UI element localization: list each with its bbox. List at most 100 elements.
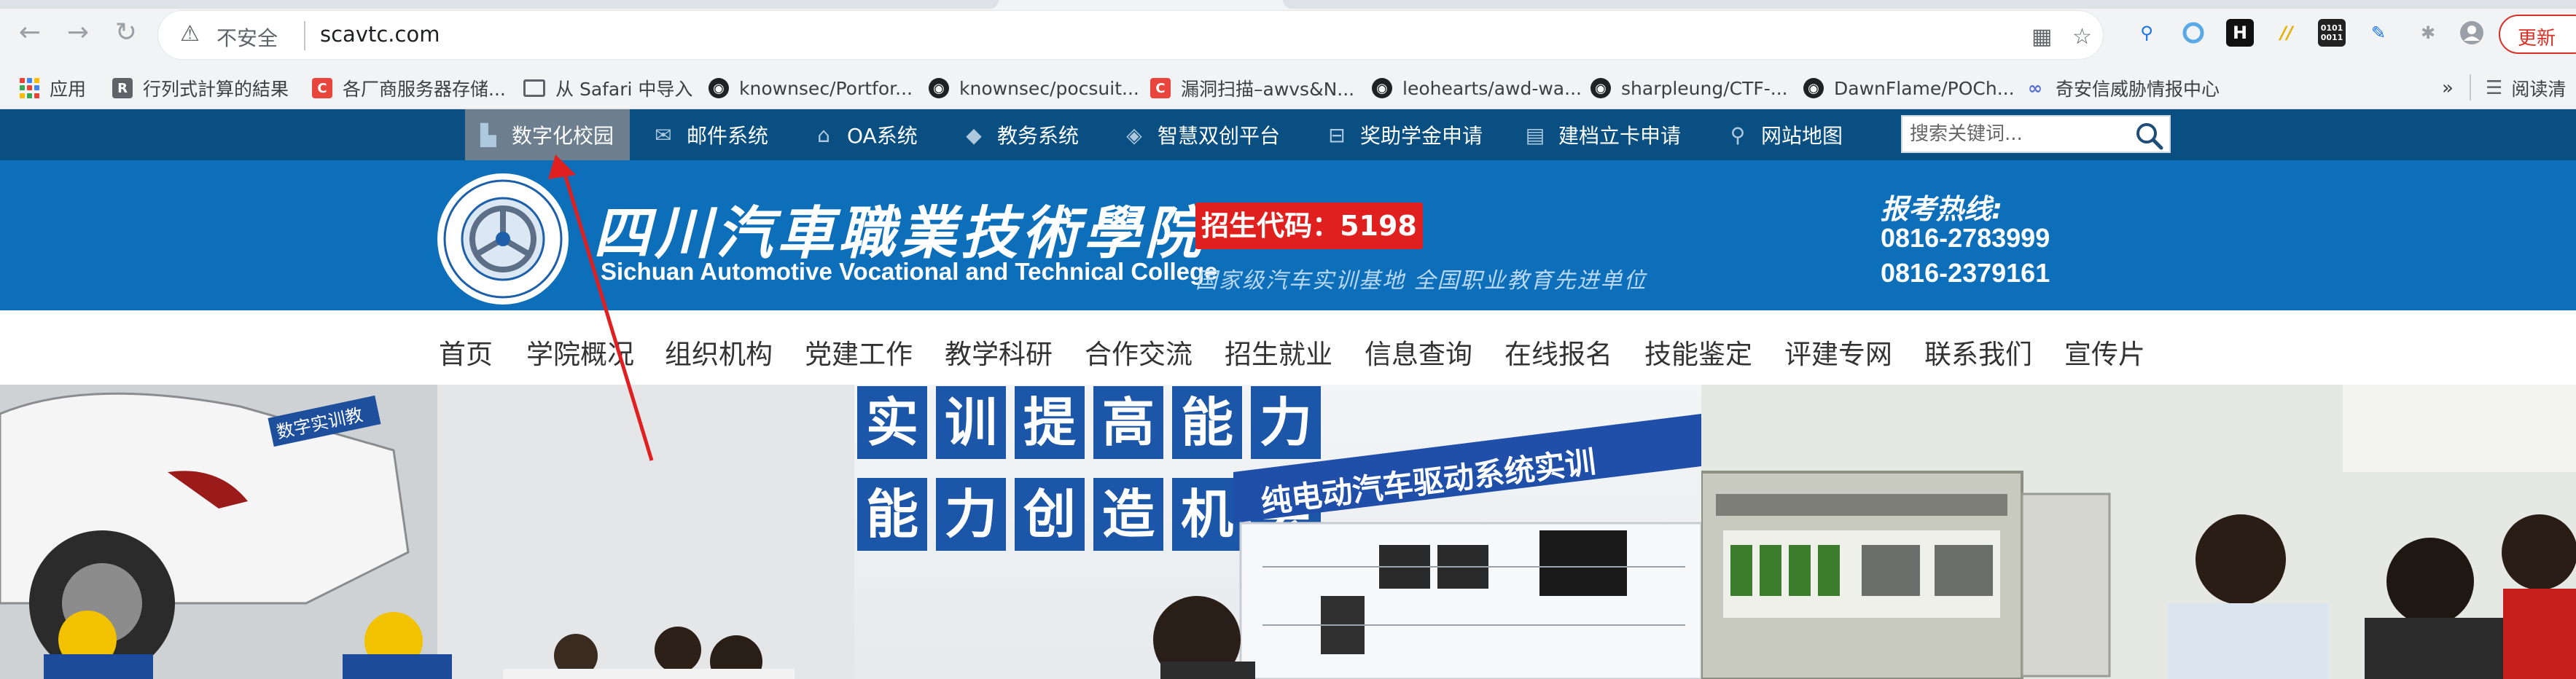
topbar-label: 奖助学金申请 (1360, 124, 1483, 148)
nav-item-promo-video[interactable]: 宣传片 (2064, 332, 2145, 372)
bookmark-label: 应用 (50, 79, 87, 100)
nav-item-home[interactable]: 首页 (439, 332, 493, 372)
bookmark-item[interactable]: ∞ 奇安信威胁情报中心 (2025, 74, 2220, 102)
binary-extension-icon[interactable]: 0101 0011 (2318, 19, 2346, 47)
reload-icon: ↻ (114, 17, 138, 47)
folder-icon (523, 79, 545, 97)
nav-item-research[interactable]: 教学科研 (945, 332, 1053, 372)
security-status[interactable]: 不安全 (216, 23, 278, 52)
topbar-item-digital-campus[interactable]: ▙ 数字化校园 (465, 109, 631, 160)
hero-banner[interactable]: 数字实训教 实 训 提 高 能 力 能 力 创 造 机 会 纯电动汽车驱动系统实… (0, 385, 2576, 679)
bookmarks-overflow-button[interactable]: » (2442, 74, 2454, 102)
college-logo[interactable] (436, 172, 570, 306)
electrical-lab-illustration (1701, 385, 2576, 679)
hotline-number: 0816-2783999 (1881, 223, 2050, 253)
github-icon: ◉ (709, 78, 729, 98)
nav-item-evaluation[interactable]: 评建专网 (1784, 332, 1892, 372)
qianxin-icon: ∞ (2028, 78, 2042, 98)
reading-list-icon: ☰ (2486, 77, 2503, 99)
bookmark-label: knownsec/Portfor... (739, 77, 913, 99)
profile-avatar-icon[interactable] (2458, 19, 2486, 47)
hero-photo-electrical-lab (1701, 385, 2576, 679)
bookmark-item[interactable]: ◉ leohearts/awd-wa... (1372, 74, 1582, 102)
bookmark-item[interactable]: ◉ sharpleung/CTF-... (1591, 74, 1788, 102)
qr-code-icon[interactable]: ▦ (2031, 24, 2052, 50)
topbar-item-record-card[interactable]: ▤ 建档立卡申请 (1522, 109, 1681, 160)
bookmark-item[interactable]: C 漏洞扫描–awvs&N... (1150, 74, 1354, 102)
github-icon: ◉ (1591, 78, 1611, 98)
nav-item-party[interactable]: 党建工作 (805, 332, 913, 372)
forward-button[interactable]: → (61, 16, 95, 50)
topbar-item-innovation[interactable]: ◈ 智慧双创平台 (1121, 109, 1280, 160)
location-extension-icon[interactable]: ⚲ (2133, 19, 2161, 47)
topbar-label: 邮件系统 (687, 124, 769, 148)
hero-photo-workshop: 数字实训教 (0, 385, 854, 679)
nav-item-contact[interactable]: 联系我们 (1924, 332, 2032, 372)
topbar-item-scholarship[interactable]: ⊟ 奖助学金申请 (1324, 109, 1483, 160)
nav-item-cooperation[interactable]: 合作交流 (1085, 332, 1193, 372)
reload-button[interactable]: ↻ (109, 16, 143, 50)
tab-strip-edge (0, 0, 999, 9)
bookmarks-divider (2470, 74, 2471, 101)
tab-strip-edge (1283, 0, 2576, 9)
topbar-item-mail[interactable]: ✉ 邮件系统 (650, 109, 768, 160)
back-button[interactable]: ← (13, 16, 47, 50)
h-extension-icon[interactable]: H (2226, 19, 2254, 47)
site-topbar: ▙ 数字化校园 ✉ 邮件系统 ⌂ OA系统 ◆ 教务系统 ◈ 智慧双创平台 ⊟ … (0, 109, 2576, 160)
url-text[interactable]: scavtc.com (320, 22, 440, 47)
bookmark-item[interactable]: C 各厂商服务器存储... (312, 74, 506, 102)
bookmark-item[interactable]: ◉ knownsec/pocsuit... (929, 74, 1139, 102)
bookmark-item[interactable]: ◉ knownsec/Portfor... (709, 74, 913, 102)
address-divider (304, 21, 305, 50)
nav-item-online-signup[interactable]: 在线报名 (1504, 332, 1612, 372)
warning-icon: ⚠ (180, 21, 200, 47)
topbar-item-sitemap[interactable]: ⚲ 网站地图 (1725, 109, 1843, 160)
browser-toolbar: ← → ↻ ⚠ 不安全 scavtc.com ▦ ☆ ⚲ H // 0101 0… (0, 0, 2576, 67)
update-button[interactable]: 更新 (2499, 15, 2576, 54)
bookmark-item[interactable]: ◉ DawnFlame/POCh... (1803, 74, 2015, 102)
slash-extension-icon[interactable]: // (2273, 19, 2300, 47)
search-button[interactable] (2133, 119, 2165, 152)
address-bar[interactable]: ⚠ 不安全 scavtc.com ▦ ☆ (157, 10, 2104, 60)
bookmark-star-icon[interactable]: ☆ (2072, 24, 2092, 50)
bookmark-label: 从 Safari 中导入 (555, 79, 693, 100)
red-c-icon: C (312, 78, 332, 98)
bookmark-label: sharpleung/CTF-... (1621, 77, 1788, 99)
campus-icon: ▙ (480, 122, 496, 147)
lab-board-illustration: 纯电动汽车驱动系统实训 (1153, 414, 1701, 679)
card-icon: ▤ (1525, 122, 1545, 147)
arrow-right-icon: → (66, 17, 90, 47)
nav-item-organization[interactable]: 组织机构 (665, 332, 773, 372)
bookmark-label: DawnFlame/POCh... (1834, 77, 2015, 99)
bookmark-label: 漏洞扫描–awvs&N... (1181, 79, 1355, 100)
topbar-item-academic[interactable]: ◆ 教务系统 (961, 109, 1079, 160)
nav-item-admission[interactable]: 招生就业 (1225, 332, 1332, 372)
nav-item-inquiry[interactable]: 信息查询 (1365, 332, 1472, 372)
site-search-box (1901, 115, 2171, 153)
cube-icon: ◈ (1126, 122, 1142, 147)
github-icon: ◉ (1803, 78, 1824, 98)
nav-item-about[interactable]: 学院概况 (526, 332, 634, 372)
map-pin-icon: ⚲ (1730, 122, 1746, 147)
bookmarks-bar: 应用 R 行列式計算的結果 C 各厂商服务器存储... 从 Safari 中导入… (0, 67, 2576, 109)
bookmark-apps[interactable]: 应用 (19, 74, 86, 102)
reading-list-button[interactable]: ☰ 阅读清 (2486, 74, 2566, 102)
ring-extension-icon[interactable] (2179, 19, 2207, 47)
r-icon: R (112, 78, 133, 98)
nav-item-skill-assessment[interactable]: 技能鉴定 (1644, 332, 1752, 372)
bookmark-item[interactable]: R 行列式計算的結果 (112, 74, 289, 102)
mortarboard-icon: ◆ (966, 122, 982, 147)
bookmark-label: leohearts/awd-wa... (1402, 77, 1582, 99)
topbar-label: OA系统 (847, 124, 918, 148)
gift-icon: ⊟ (1328, 122, 1346, 147)
site-search-input[interactable] (1902, 117, 2121, 152)
bookmark-folder[interactable]: 从 Safari 中导入 (523, 74, 692, 102)
college-name-en: Sichuan Automotive Vocational and Techni… (601, 258, 1218, 285)
extensions-puzzle-icon[interactable]: ✱ (2414, 19, 2442, 47)
header-slogan: 国家级汽车实训基地 全国职业教育先进单位 (1195, 268, 1647, 294)
topbar-item-oa[interactable]: ⌂ OA系统 (811, 109, 918, 160)
topbar-label: 网站地图 (1761, 124, 1843, 148)
pen-extension-icon[interactable]: ✎ (2365, 19, 2392, 47)
arrow-left-icon: ← (18, 17, 42, 47)
github-icon: ◉ (1372, 78, 1392, 98)
